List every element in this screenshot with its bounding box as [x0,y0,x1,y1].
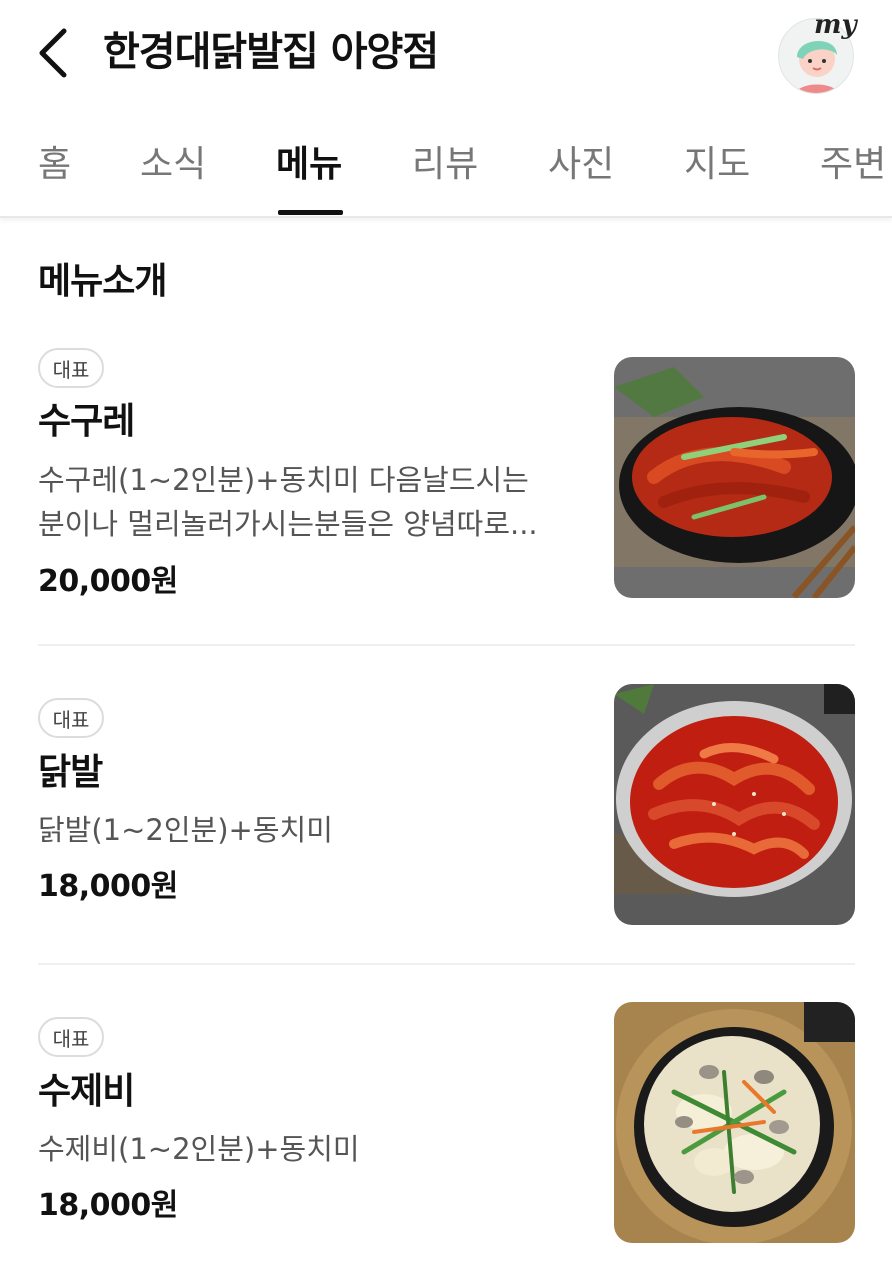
tab-home[interactable]: 홈 [38,140,71,190]
tab-nearby[interactable]: 주변 [820,140,886,190]
menu-item-price: 20,000원 [38,564,178,599]
my-profile-button[interactable]: my [776,10,857,96]
divider [38,963,855,965]
menu-item-price: 18,000원 [38,1188,178,1223]
menu-item-name: 수제비 [38,1071,135,1112]
signature-badge: 대표 [38,1017,104,1057]
menu-item-photo [614,1002,855,1243]
section-title: 메뉴소개 [38,261,167,302]
active-tab-indicator [278,210,343,215]
tab-menu[interactable]: 메뉴 [276,140,342,190]
signature-badge: 대표 [38,698,104,738]
menu-item-photo [614,357,855,598]
menu-item-name: 닭발 [38,752,103,793]
tab-news[interactable]: 소식 [140,140,206,190]
place-title: 한경대닭발집 아양점 [103,29,439,75]
menu-item-description: 닭발(1~2인분)+동치미 [38,813,333,847]
menu-item-description: 수구레(1~2인분)+동치미 다음날드시는 분이나 멀리놀러가시는분들은 양념따… [38,463,538,541]
menu-item-price: 18,000원 [38,869,178,904]
my-label: my [814,10,857,40]
divider [38,644,855,646]
top-app-bar: 한경대닭발집 아양점 my [0,0,892,110]
tab-bar: 홈 소식 메뉴 리뷰 사진 지도 주변 [0,120,892,218]
tab-map[interactable]: 지도 [684,140,750,190]
menu-item-photo [614,684,855,925]
signature-badge: 대표 [38,348,104,388]
back-button[interactable] [30,22,76,84]
tab-reviews[interactable]: 리뷰 [412,140,478,190]
tab-photos[interactable]: 사진 [548,140,614,190]
menu-item-description: 수제비(1~2인분)+동치미 [38,1132,360,1166]
menu-item-name: 수구레 [38,401,135,442]
chevron-left-icon [39,28,67,78]
